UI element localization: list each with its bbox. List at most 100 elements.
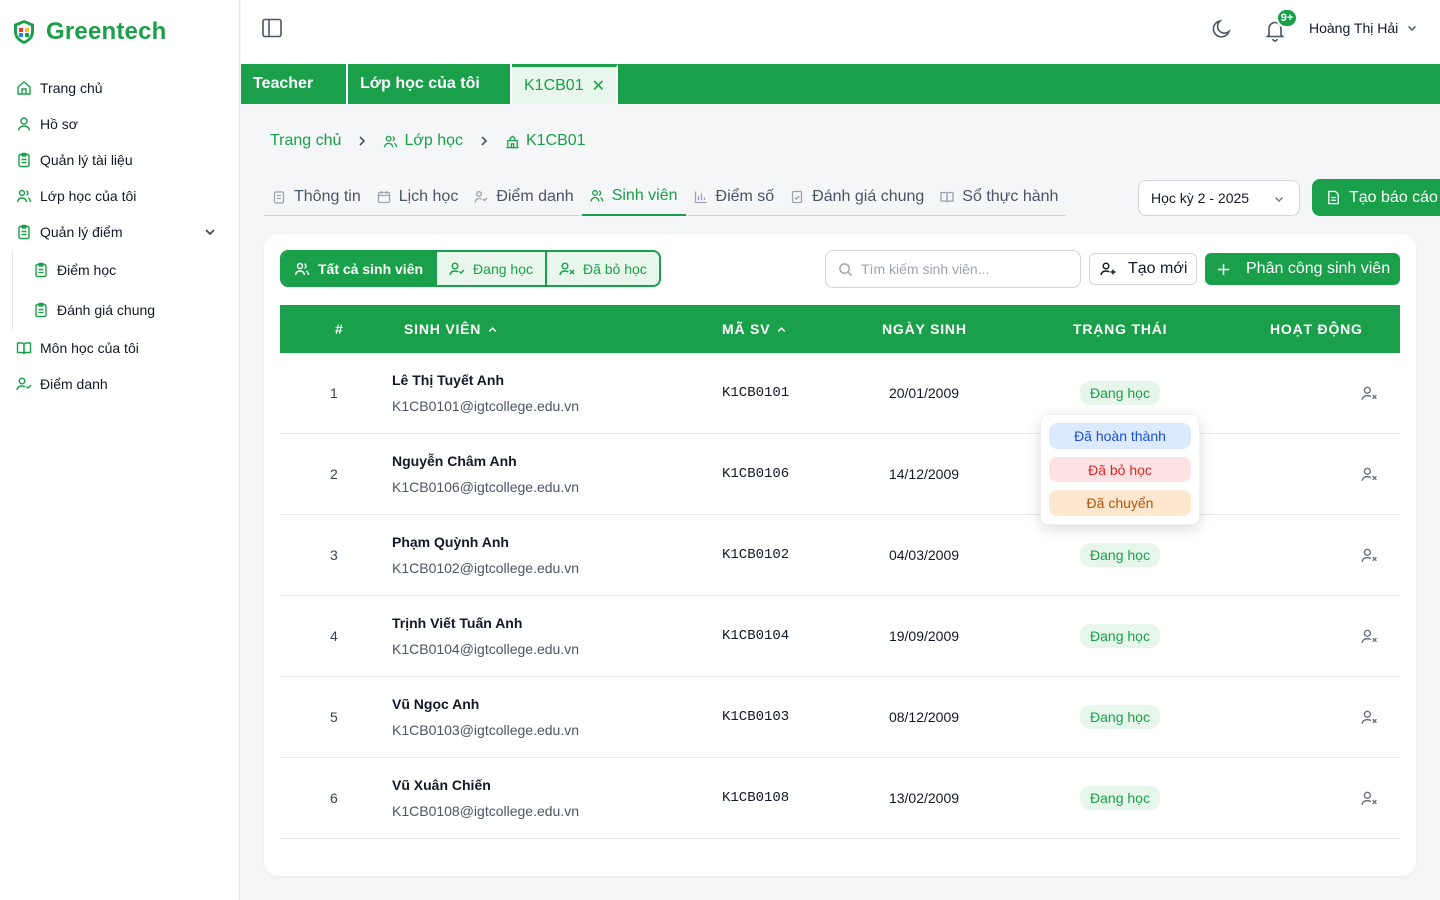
- sidebar-item-attendance[interactable]: Điểm danh: [0, 366, 239, 402]
- student-name: Vũ Ngọc Anh: [392, 696, 480, 712]
- row-index: 4: [330, 628, 338, 644]
- subtab-label: Điểm danh: [496, 188, 574, 205]
- row-index: 2: [330, 466, 338, 482]
- status-badge[interactable]: Đang học: [1080, 543, 1160, 567]
- clipboard-icon: [35, 302, 47, 318]
- create-new-button[interactable]: Tạo mới: [1089, 253, 1197, 285]
- column-label: HOẠT ĐỘNG: [1270, 321, 1363, 337]
- table-row: 1 Lê Thị Tuyết Anh K1CB0101@igtcollege.edu…: [280, 353, 1400, 434]
- breadcrumb-home[interactable]: Trang chủ: [270, 132, 341, 150]
- sidebar-item-label: Điểm danh: [40, 376, 108, 392]
- moon-icon[interactable]: [1211, 18, 1233, 40]
- user-plus-icon: [1100, 262, 1116, 276]
- table-row: 2 Nguyễn Châm Anh K1CB0106@igtcollege.edu.…: [280, 434, 1400, 515]
- subtab-scores[interactable]: Điểm số: [686, 178, 783, 216]
- sidebar-item-profile[interactable]: Hồ sơ: [0, 106, 239, 142]
- sidebar-item-study-scores[interactable]: Điểm học: [13, 250, 239, 290]
- clipboard-icon: [273, 191, 285, 204]
- user-menu[interactable]: Hoàng Thị Hải: [1309, 20, 1418, 36]
- breadcrumb-classes-label: Lớp học: [404, 132, 463, 149]
- student-name: Nguyễn Châm Anh: [392, 453, 517, 469]
- remove-student-action[interactable]: [1360, 758, 1378, 838]
- brand[interactable]: Greentech: [0, 0, 239, 64]
- remove-student-action[interactable]: [1360, 434, 1378, 514]
- column-student-code[interactable]: MÃ SV: [722, 321, 787, 337]
- user-x-icon: [1360, 629, 1377, 643]
- sidebar-item-documents[interactable]: Quản lý tài liệu: [0, 142, 239, 178]
- student-cell: Vũ Xuân Chiến K1CB0108@igtcollege.edu.vn: [392, 758, 579, 838]
- sidebar-item-home[interactable]: Trang chủ: [0, 70, 239, 106]
- column-student[interactable]: SINH VIÊN: [404, 321, 498, 337]
- semester-select[interactable]: Học kỳ 2 - 2025: [1138, 180, 1300, 216]
- breadcrumb-classes[interactable]: Lớp học: [383, 132, 463, 150]
- status-option-completed[interactable]: Đã hoàn thành: [1049, 423, 1191, 449]
- assign-students-button[interactable]: Phân công sinh viên: [1205, 253, 1400, 285]
- search-input[interactable]: [861, 261, 1061, 277]
- status-option-transferred[interactable]: Đã chuyển: [1049, 490, 1191, 517]
- tab-k1cb01[interactable]: K1CB01 ✕: [512, 64, 618, 104]
- subtab-label: Lịch học: [398, 188, 459, 205]
- subtab-schedule[interactable]: Lịch học: [369, 178, 467, 216]
- student-email: K1CB0101@igtcollege.edu.vn: [392, 398, 580, 414]
- notification-badge: 9+: [1276, 8, 1298, 28]
- row-index: 5: [330, 709, 338, 725]
- sidebar-item-my-classes[interactable]: Lớp học của tôi: [0, 178, 239, 214]
- checklist-icon: [792, 190, 803, 204]
- user-icon: [17, 117, 31, 131]
- subtab-practice-book[interactable]: Sổ thực hành: [932, 178, 1066, 216]
- home-icon: [17, 81, 31, 95]
- sidebar-item-grade-management[interactable]: Quản lý điểm: [0, 214, 239, 250]
- create-new-label: Tạo mới: [1128, 260, 1188, 277]
- chevron-down-icon[interactable]: [203, 225, 217, 239]
- chevron-down-icon: [1275, 197, 1283, 202]
- user-check-icon: [449, 262, 465, 275]
- close-icon[interactable]: ✕: [592, 76, 605, 96]
- column-label: MÃ SV: [722, 321, 771, 337]
- remove-student-action[interactable]: [1360, 596, 1378, 676]
- filter-all-students[interactable]: Tất cả sinh viên: [282, 252, 436, 285]
- sidebar-item-my-subjects[interactable]: Môn học của tôi: [0, 330, 239, 366]
- subtab-label: Thông tin: [294, 188, 361, 205]
- tab-my-classes[interactable]: Lớp học của tôi: [348, 64, 512, 104]
- status-badge[interactable]: Đang học: [1080, 705, 1160, 729]
- status-badge[interactable]: Đang học: [1080, 786, 1160, 810]
- create-report-button[interactable]: Tạo báo cáo: [1312, 179, 1440, 216]
- status-option-dropped[interactable]: Đã bỏ học: [1049, 456, 1191, 483]
- remove-student-action[interactable]: [1360, 677, 1378, 757]
- filter-dropped[interactable]: Đã bỏ học: [544, 252, 659, 285]
- breadcrumb-current: K1CB01: [505, 132, 586, 150]
- remove-student-action[interactable]: [1360, 515, 1378, 595]
- subtab-label: Sinh viên: [611, 187, 678, 204]
- brand-name: Greentech: [46, 18, 167, 45]
- student-code: K1CB0104: [722, 628, 790, 644]
- subtab-label: Sổ thực hành: [962, 188, 1059, 205]
- row-index: 1: [330, 385, 338, 401]
- student-dob: 13/02/2009: [888, 790, 960, 806]
- user-check-icon: [16, 377, 32, 391]
- status-cell: Đang học: [1070, 596, 1170, 676]
- user-x-icon: [559, 262, 575, 275]
- status-badge[interactable]: Đang học: [1080, 624, 1160, 648]
- filter-label: Tất cả sinh viên: [318, 260, 424, 277]
- sidebar-toggle-icon[interactable]: [261, 17, 283, 39]
- column-actions: HOẠT ĐỘNG: [1270, 321, 1363, 337]
- student-dob: 04/03/2009: [888, 547, 960, 563]
- students-table: # SINH VIÊN MÃ SV NGÀY SINH TRẠNG THÁI H…: [280, 305, 1400, 839]
- subtab-info[interactable]: Thông tin: [264, 178, 369, 216]
- subtab-students[interactable]: Sinh viên: [581, 178, 686, 216]
- user-name: Hoàng Thị Hải: [1309, 20, 1399, 36]
- tab-teacher[interactable]: Teacher: [241, 64, 348, 104]
- remove-student-action[interactable]: [1360, 353, 1378, 433]
- filter-studying[interactable]: Đang học: [435, 252, 545, 285]
- sidebar-item-general-evaluation[interactable]: Đánh giá chung: [13, 290, 239, 330]
- chevron-right-icon: [359, 136, 366, 146]
- subtab-label: Đánh giá chung: [812, 188, 925, 205]
- student-dob: 08/12/2009: [888, 709, 960, 725]
- column-label: NGÀY SINH: [882, 321, 967, 337]
- subtab-general-evaluation[interactable]: Đánh giá chung: [782, 178, 932, 216]
- student-email: K1CB0102@igtcollege.edu.vn: [392, 560, 580, 576]
- table-row: 3 Phạm Quỳnh Anh K1CB0102@igtcollege.edu.v…: [280, 515, 1400, 596]
- subtab-attendance[interactable]: Điểm danh: [466, 178, 581, 216]
- status-dropdown: Đã hoàn thành Đã bỏ học Đã chuyển: [1040, 414, 1200, 525]
- status-badge[interactable]: Đang học: [1080, 381, 1160, 405]
